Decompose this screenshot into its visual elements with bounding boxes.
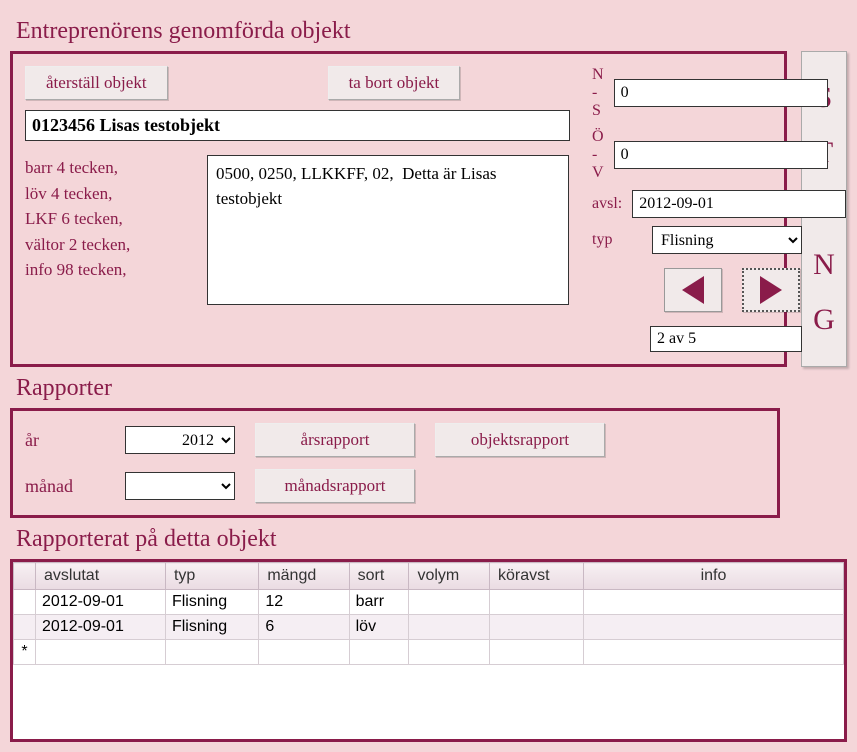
completed-objects-panel: återställ objekt ta bort objekt 0123456 …	[10, 51, 787, 367]
object-description-field[interactable]: 0500, 0250, LLKKFF, 02, Detta är Lisas t…	[207, 155, 569, 305]
col-info[interactable]: info	[584, 563, 844, 590]
ns-label: N - S	[592, 66, 604, 120]
object-meta-column: N - S Ö - V avsl: typ Flisning	[592, 66, 802, 352]
triangle-left-icon	[682, 276, 704, 304]
row-selector[interactable]	[14, 590, 36, 615]
cell-info[interactable]	[584, 590, 844, 615]
restore-object-button[interactable]: återställ objekt	[25, 66, 168, 100]
pager-status: 2 av 5	[650, 326, 802, 352]
cell-volym[interactable]	[409, 615, 490, 640]
cell-mangd[interactable]: 12	[259, 590, 349, 615]
hint-line: barr 4 tecken,	[25, 155, 195, 181]
reported-table-panel: avslutat typ mängd sort volym köravst in…	[10, 559, 847, 742]
year-label: år	[25, 430, 105, 451]
month-select[interactable]	[125, 472, 235, 500]
reports-title: Rapporter	[16, 375, 847, 402]
new-row-marker[interactable]: *	[14, 640, 36, 665]
cell-avslutat[interactable]: 2012-09-01	[36, 615, 166, 640]
completed-objects-title: Entreprenörens genomförda objekt	[16, 18, 847, 45]
year-select[interactable]: 2012	[125, 426, 235, 454]
prev-button[interactable]	[664, 268, 722, 312]
reports-panel: år 2012 årsrapport objektsrapport månad …	[10, 408, 780, 518]
hint-line: LKF 6 tecken,	[25, 206, 195, 232]
hint-line: info 98 tecken,	[25, 257, 195, 283]
table-row[interactable]: 2012-09-01 Flisning 12 barr	[14, 590, 844, 615]
col-avslutat[interactable]: avslutat	[36, 563, 166, 590]
month-report-button[interactable]: månadsrapport	[255, 469, 415, 503]
row-selector[interactable]	[14, 615, 36, 640]
cell-info[interactable]	[584, 615, 844, 640]
cell-sort[interactable]: löv	[349, 615, 409, 640]
table-row[interactable]: 2012-09-01 Flisning 6 löv	[14, 615, 844, 640]
month-label: månad	[25, 476, 105, 497]
hint-line: vältor 2 tecken,	[25, 232, 195, 258]
object-title-field[interactable]: 0123456 Lisas testobjekt	[25, 110, 570, 141]
row-selector-header[interactable]	[14, 563, 36, 590]
reported-on-object-title: Rapporterat på detta objekt	[16, 526, 847, 553]
col-sort[interactable]: sort	[349, 563, 409, 590]
reported-table[interactable]: avslutat typ mängd sort volym köravst in…	[13, 562, 844, 739]
avsl-input[interactable]	[632, 190, 846, 218]
avsl-label: avsl:	[592, 195, 622, 213]
table-new-row[interactable]: *	[14, 640, 844, 665]
cell-typ[interactable]: Flisning	[165, 615, 258, 640]
cell-sort[interactable]: barr	[349, 590, 409, 615]
col-typ[interactable]: typ	[165, 563, 258, 590]
cell-avslutat[interactable]: 2012-09-01	[36, 590, 166, 615]
triangle-right-icon	[760, 276, 782, 304]
cell-koravst[interactable]	[489, 590, 583, 615]
cell-typ[interactable]: Flisning	[165, 590, 258, 615]
ns-input[interactable]	[614, 79, 828, 107]
ov-label: Ö - V	[592, 128, 604, 182]
delete-object-button[interactable]: ta bort objekt	[328, 66, 461, 100]
field-hints: barr 4 tecken, löv 4 tecken, LKF 6 tecke…	[25, 155, 195, 283]
year-report-button[interactable]: årsrapport	[255, 423, 415, 457]
col-volym[interactable]: volym	[409, 563, 490, 590]
cell-koravst[interactable]	[489, 615, 583, 640]
object-report-button[interactable]: objektsrapport	[435, 423, 605, 457]
close-char: G	[813, 302, 835, 338]
close-char: N	[813, 247, 835, 283]
cell-mangd[interactable]: 6	[259, 615, 349, 640]
ov-input[interactable]	[614, 141, 828, 169]
typ-select[interactable]: Flisning	[652, 226, 802, 254]
col-mangd[interactable]: mängd	[259, 563, 349, 590]
cell-volym[interactable]	[409, 590, 490, 615]
table-blank-area	[14, 665, 844, 739]
typ-label: typ	[592, 231, 642, 249]
hint-line: löv 4 tecken,	[25, 181, 195, 207]
col-koravst[interactable]: köravst	[489, 563, 583, 590]
next-button[interactable]	[742, 268, 800, 312]
